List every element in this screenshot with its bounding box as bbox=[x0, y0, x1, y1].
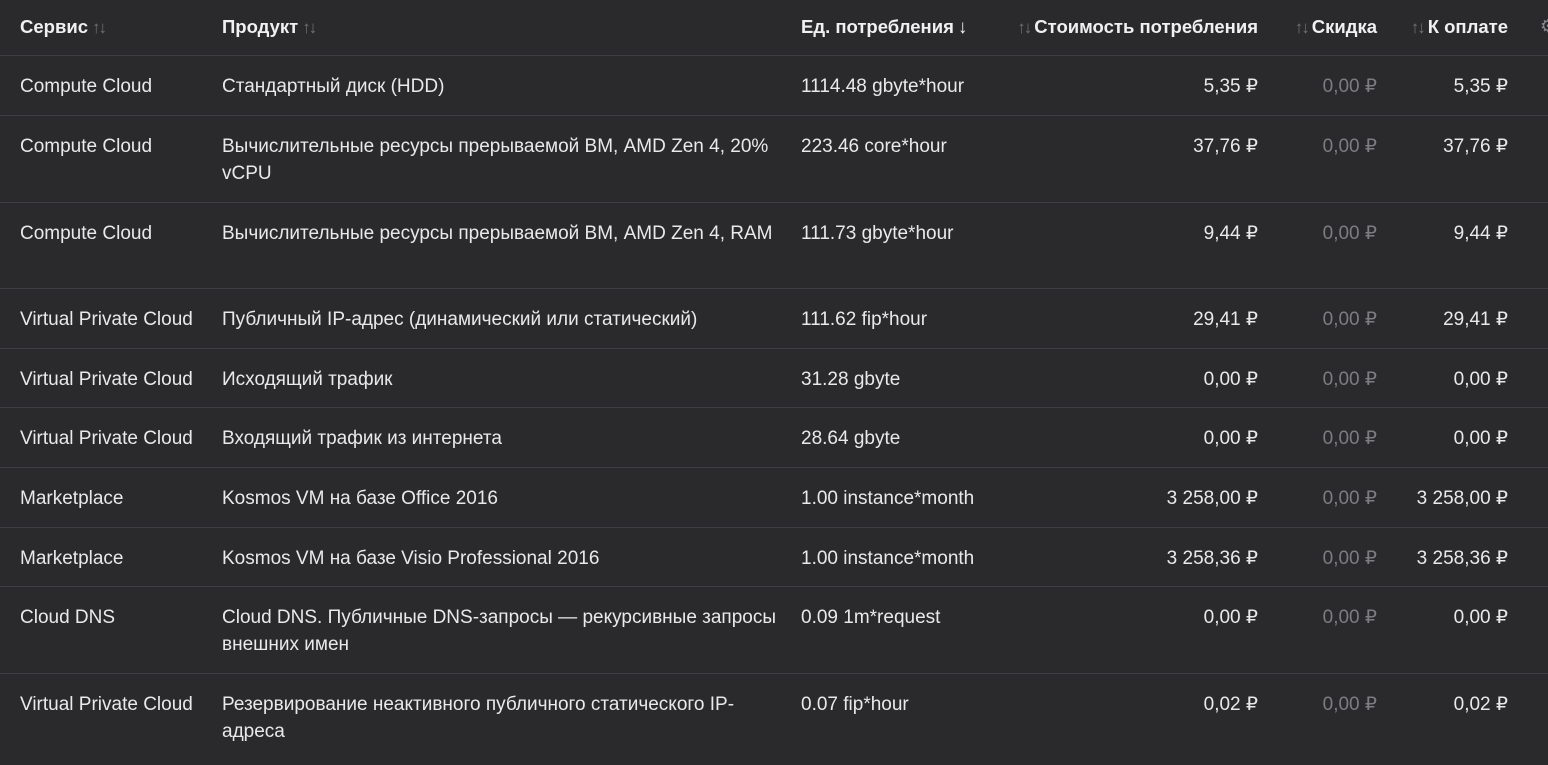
cell-pay: 0,00 ₽ bbox=[1453, 607, 1508, 628]
cell-cost: 29,41 ₽ bbox=[1193, 309, 1258, 330]
table-row[interactable]: Compute Cloud Вычислительные ресурсы пре… bbox=[0, 203, 1548, 289]
column-header-product[interactable]: Продукт ↑↓ bbox=[222, 13, 782, 41]
cell-cost: 3 258,00 ₽ bbox=[1166, 488, 1258, 509]
cell-discount: 0,00 ₽ bbox=[1322, 76, 1377, 97]
cell-units: 28.64 gbyte bbox=[801, 428, 901, 449]
cell-pay: 0,00 ₽ bbox=[1453, 428, 1508, 449]
settings-icon[interactable]: ⚙ bbox=[1540, 13, 1548, 40]
table-row[interactable]: Marketplace Kosmos VM на базе Office 201… bbox=[0, 468, 1548, 528]
column-header-cost[interactable]: ↑↓ Стоимость потребления bbox=[1013, 13, 1258, 41]
cell-pay: 29,41 ₽ bbox=[1443, 309, 1508, 330]
cell-pay: 3 258,00 ₽ bbox=[1416, 488, 1508, 509]
usage-table: Сервис ↑↓ Продукт ↑↓ Ед. потребления ↓ ↑↓ Ст… bbox=[0, 0, 1548, 765]
cell-units: 1114.48 gbyte*hour bbox=[801, 76, 965, 97]
cell-cost: 0,00 ₽ bbox=[1203, 428, 1258, 449]
cell-units: 1.00 instance*month bbox=[801, 488, 975, 509]
cell-pay: 3 258,36 ₽ bbox=[1416, 548, 1508, 569]
cell-product: Стандартный диск (HDD) bbox=[222, 76, 445, 97]
cell-service: Marketplace bbox=[20, 548, 124, 569]
cell-cost: 3 258,36 ₽ bbox=[1166, 548, 1258, 569]
cell-pay: 37,76 ₽ bbox=[1443, 136, 1508, 157]
cell-service: Marketplace bbox=[20, 488, 124, 509]
cell-service: Virtual Private Cloud bbox=[20, 428, 193, 449]
table-row[interactable]: Virtual Private Cloud Резервирование неа… bbox=[0, 674, 1548, 765]
column-header-service[interactable]: Сервис ↑↓ bbox=[20, 13, 109, 41]
cell-product: Входящий трафик из интернета bbox=[222, 428, 502, 449]
cell-discount: 0,00 ₽ bbox=[1322, 136, 1377, 157]
cell-product: Исходящий трафик bbox=[222, 369, 393, 390]
cell-units: 1.00 instance*month bbox=[801, 548, 975, 569]
cell-service: Compute Cloud bbox=[20, 76, 153, 97]
cell-units: 31.28 gbyte bbox=[801, 369, 901, 390]
sort-arrows-icon[interactable]: ↑↓ bbox=[1017, 14, 1032, 41]
cell-discount: 0,00 ₽ bbox=[1322, 488, 1377, 509]
table-row[interactable]: Cloud DNS Cloud DNS. Публичные DNS-запро… bbox=[0, 587, 1548, 674]
cell-product: Резервирование неактивного публичного ст… bbox=[222, 694, 735, 742]
cell-service: Compute Cloud bbox=[20, 136, 153, 157]
cell-discount: 0,00 ₽ bbox=[1322, 694, 1377, 715]
cell-product: Kosmos VM на базе Visio Professional 201… bbox=[222, 548, 600, 569]
column-header-discount[interactable]: ↑↓ Скидка bbox=[1291, 13, 1377, 41]
cell-service: Virtual Private Cloud bbox=[20, 369, 193, 390]
table-row[interactable]: Virtual Private Cloud Исходящий трафик 3… bbox=[0, 349, 1548, 408]
cell-discount: 0,00 ₽ bbox=[1322, 309, 1377, 330]
cell-service: Compute Cloud bbox=[20, 223, 153, 244]
cell-cost: 0,00 ₽ bbox=[1203, 369, 1258, 390]
cell-units: 0.09 1m*request bbox=[801, 607, 941, 628]
cell-pay: 5,35 ₽ bbox=[1453, 76, 1508, 97]
cell-units: 111.62 fip*hour bbox=[801, 309, 928, 330]
sort-arrows-icon[interactable]: ↑↓ bbox=[1295, 14, 1310, 41]
column-header-pay[interactable]: ↑↓ К оплате bbox=[1407, 13, 1508, 41]
cell-cost: 0,02 ₽ bbox=[1203, 694, 1258, 715]
cell-pay: 0,00 ₽ bbox=[1453, 369, 1508, 390]
cell-cost: 0,00 ₽ bbox=[1203, 607, 1258, 628]
table-header: Сервис ↑↓ Продукт ↑↓ Ед. потребления ↓ ↑↓ Ст… bbox=[0, 0, 1548, 56]
cell-units: 223.46 core*hour bbox=[801, 136, 947, 157]
sort-arrows-icon[interactable]: ↑↓ bbox=[1411, 14, 1426, 41]
table-row[interactable]: Virtual Private Cloud Входящий трафик из… bbox=[0, 408, 1548, 468]
cell-discount: 0,00 ₽ bbox=[1322, 548, 1377, 569]
cell-service: Cloud DNS bbox=[20, 607, 116, 628]
cell-units: 111.73 gbyte*hour bbox=[801, 223, 954, 244]
cell-product: Kosmos VM на базе Office 2016 bbox=[222, 488, 499, 509]
cell-service: Virtual Private Cloud bbox=[20, 309, 193, 330]
cell-discount: 0,00 ₽ bbox=[1322, 223, 1377, 244]
cell-discount: 0,00 ₽ bbox=[1322, 369, 1377, 390]
sort-arrows-icon[interactable]: ↑↓ bbox=[92, 14, 107, 41]
cell-pay: 9,44 ₽ bbox=[1453, 223, 1508, 244]
cell-product: Cloud DNS. Публичные DNS-запросы — рекур… bbox=[222, 607, 777, 655]
sort-desc-arrow-icon[interactable]: ↓ bbox=[958, 14, 968, 41]
cell-units: 0.07 fip*hour bbox=[801, 694, 909, 715]
cell-pay: 0,02 ₽ bbox=[1453, 694, 1508, 715]
cell-product: Публичный IP-адрес (динамический или ста… bbox=[222, 309, 698, 330]
cell-cost: 5,35 ₽ bbox=[1203, 76, 1258, 97]
sort-arrows-icon[interactable]: ↑↓ bbox=[302, 14, 317, 41]
cell-discount: 0,00 ₽ bbox=[1322, 607, 1377, 628]
table-row[interactable]: Marketplace Kosmos VM на базе Visio Prof… bbox=[0, 528, 1548, 587]
cell-service: Virtual Private Cloud bbox=[20, 694, 193, 715]
cell-cost: 37,76 ₽ bbox=[1193, 136, 1258, 157]
table-row[interactable]: Compute Cloud Стандартный диск (HDD) 111… bbox=[0, 56, 1548, 116]
table-row[interactable]: Virtual Private Cloud Публичный IP-адрес… bbox=[0, 289, 1548, 349]
cell-discount: 0,00 ₽ bbox=[1322, 428, 1377, 449]
table-row[interactable]: Compute Cloud Вычислительные ресурсы пре… bbox=[0, 116, 1548, 203]
cell-product: Вычислительные ресурсы прерываемой ВМ, A… bbox=[222, 136, 769, 184]
column-header-units[interactable]: Ед. потребления ↓ bbox=[801, 13, 971, 41]
cell-cost: 9,44 ₽ bbox=[1203, 223, 1258, 244]
cell-product: Вычислительные ресурсы прерываемой ВМ, A… bbox=[222, 223, 773, 244]
